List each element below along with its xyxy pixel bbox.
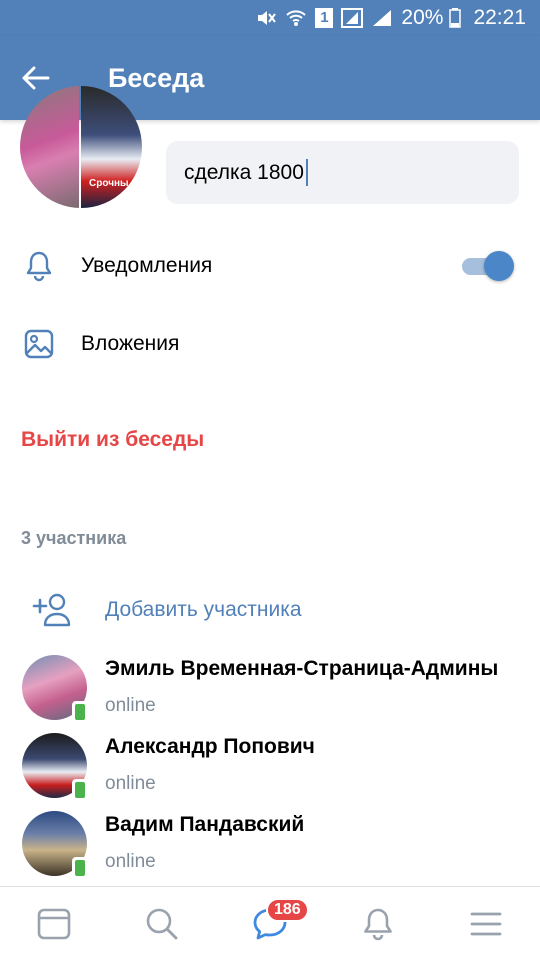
attachments-row[interactable]: Вложения <box>0 305 540 383</box>
text-caret <box>305 159 308 186</box>
member-row[interactable]: Александр Попович online <box>0 733 540 811</box>
nav-menu[interactable] <box>456 894 516 954</box>
avatar-photo-right: Срочны <box>81 86 142 208</box>
avatar-caption: Срочны <box>89 178 129 189</box>
attachments-label: Вложения <box>81 332 180 355</box>
signal-icon <box>341 8 364 28</box>
nav-search[interactable] <box>132 894 192 954</box>
status-bar: 1 20% 22:21 <box>0 0 540 36</box>
member-row[interactable]: Эмиль Временная-Страница-Админы online <box>0 655 540 733</box>
bottom-nav: 186 <box>0 886 540 960</box>
wifi-icon <box>286 10 307 26</box>
mobile-online-icon <box>72 779 88 801</box>
arrow-left-icon <box>22 66 50 90</box>
member-status: online <box>105 773 156 794</box>
member-name: Вадим Пандавский <box>105 813 305 836</box>
notifications-toggle[interactable] <box>462 251 514 281</box>
clock: 22:21 <box>473 6 526 29</box>
battery-icon <box>449 8 462 28</box>
news-icon <box>37 908 71 939</box>
member-row[interactable]: Вадим Пандавский online <box>0 811 540 889</box>
notifications-label: Уведомления <box>81 254 213 277</box>
mobile-online-icon <box>72 857 88 879</box>
toggle-thumb <box>484 251 514 281</box>
sim-icon: 1 <box>315 8 334 28</box>
chat-name-input[interactable]: сделка 1800 <box>166 141 519 204</box>
member-name: Эмиль Временная-Страница-Админы <box>105 657 499 680</box>
nav-messages[interactable]: 186 <box>240 894 309 954</box>
bell-icon <box>364 908 392 940</box>
chat-avatar[interactable]: Срочны <box>20 86 142 208</box>
notifications-row[interactable]: Уведомления <box>0 227 540 305</box>
nav-news[interactable] <box>24 894 84 954</box>
messages-badge: 186 <box>266 897 309 922</box>
member-name: Александр Попович <box>105 735 315 758</box>
chat-name-value: сделка 1800 <box>184 160 304 184</box>
signal-strength-icon <box>373 10 392 26</box>
add-member-button[interactable]: Добавить участника <box>0 580 540 640</box>
member-status: online <box>105 695 156 716</box>
nav-notifications[interactable] <box>348 894 408 954</box>
mute-icon <box>258 11 277 25</box>
bell-icon <box>21 248 57 284</box>
add-user-icon <box>32 593 71 627</box>
add-member-label: Добавить участника <box>105 598 302 621</box>
search-icon <box>146 908 178 939</box>
battery-percent: 20% <box>401 6 444 29</box>
member-status: online <box>105 851 156 872</box>
leave-chat-button[interactable]: Выйти из беседы <box>21 428 204 452</box>
members-count: 3 участника <box>21 528 127 548</box>
image-icon <box>21 326 57 362</box>
mobile-online-icon <box>72 701 88 723</box>
menu-icon <box>470 912 502 935</box>
